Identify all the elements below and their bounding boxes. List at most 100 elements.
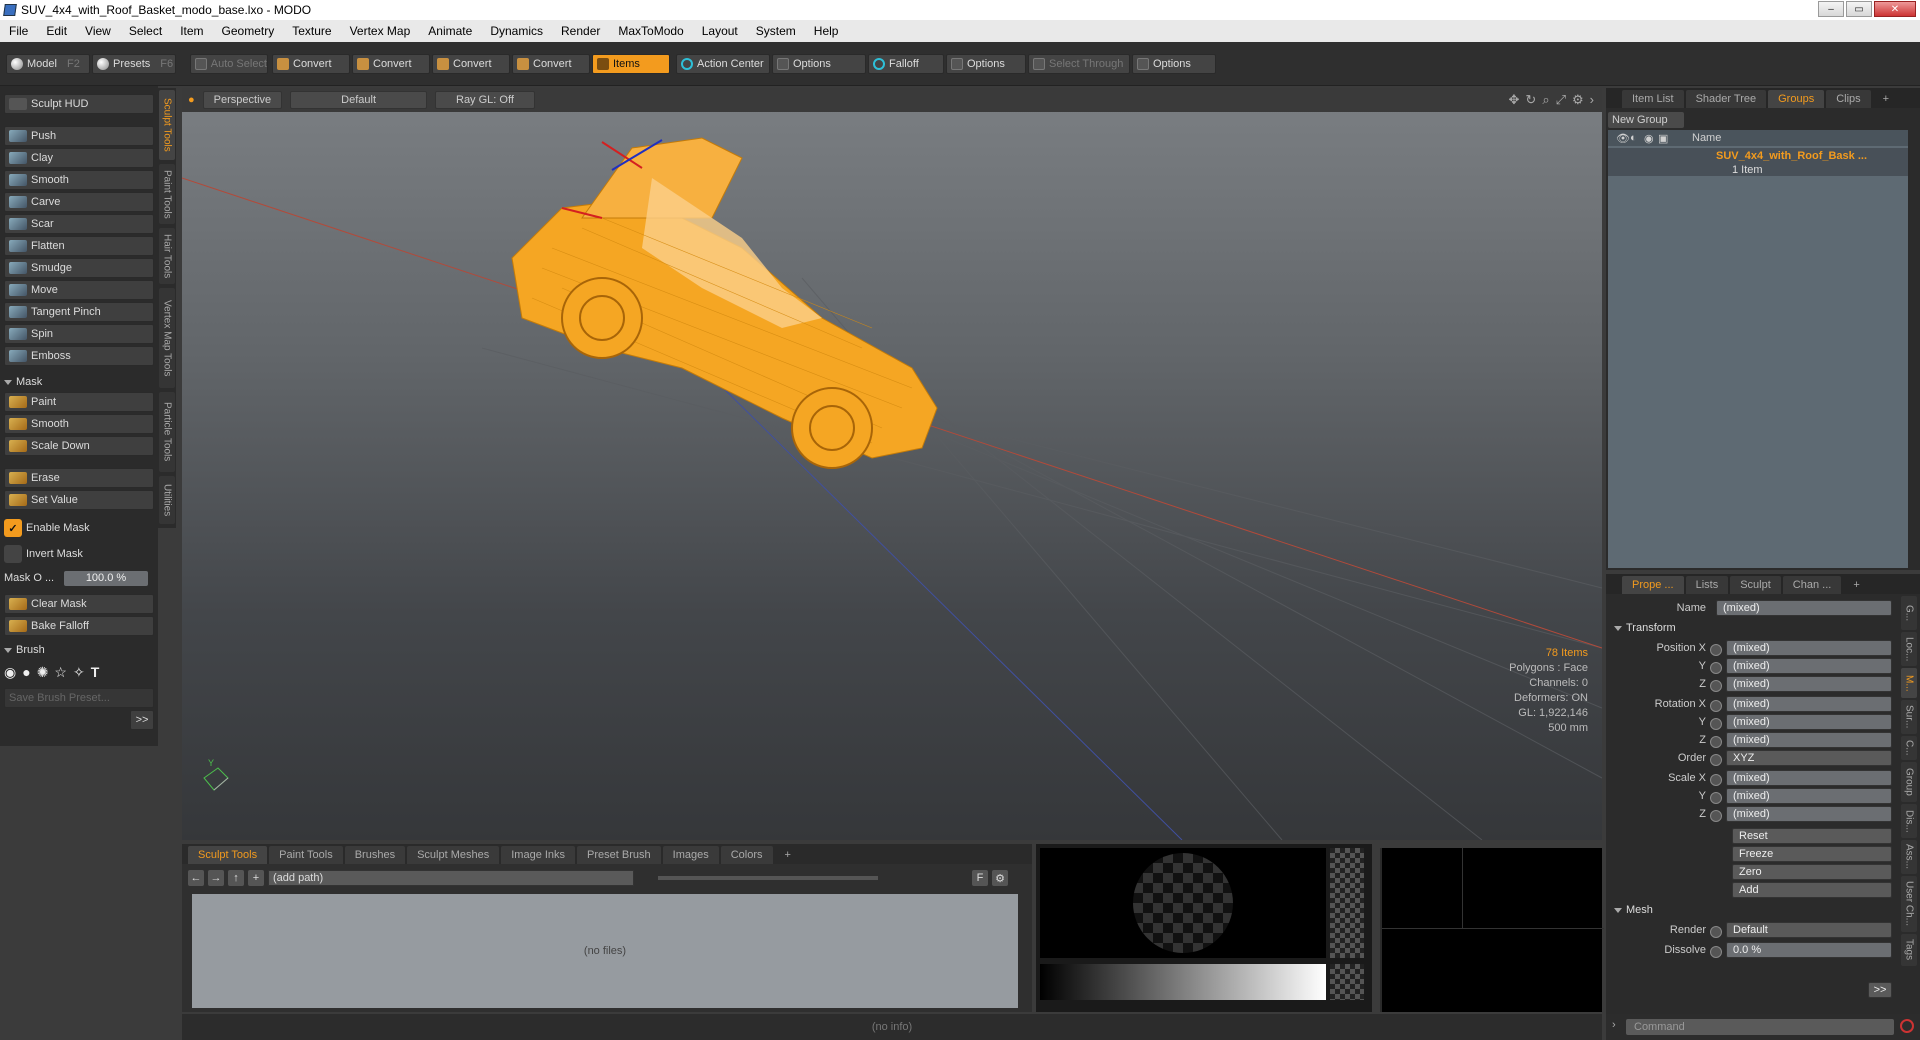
forward-arrow-icon[interactable]: → [208, 870, 224, 886]
convert-materials-button[interactable]: Convert [512, 54, 590, 74]
tab-brushes[interactable]: Brushes [344, 846, 406, 864]
render-dropdown[interactable]: Default [1726, 922, 1892, 938]
action-center-options-button[interactable]: Options [772, 54, 866, 74]
menu-file[interactable]: File [0, 24, 37, 38]
tab-groups[interactable]: Groups [1768, 90, 1825, 108]
convert-polygons-button[interactable]: Convert [432, 54, 510, 74]
falloff-options-button[interactable]: Options [946, 54, 1026, 74]
tool-clay[interactable]: Clay [4, 148, 154, 168]
tool-flatten[interactable]: Flatten [4, 236, 154, 256]
shading-selector[interactable]: Default [290, 91, 427, 109]
model-layout-button[interactable]: Model F2 [6, 54, 90, 74]
fit-icon[interactable]: ⤢ [1556, 92, 1566, 108]
falloff-button[interactable]: Falloff [868, 54, 944, 74]
mask-scale-down[interactable]: Scale Down [4, 436, 154, 456]
scale-z-field[interactable]: (mixed) [1726, 806, 1892, 822]
scale-x-field[interactable]: (mixed) [1726, 770, 1892, 786]
tab-ass[interactable]: Ass... [1901, 840, 1917, 874]
menu-select[interactable]: Select [120, 24, 171, 38]
tab-shader-tree[interactable]: Shader Tree [1685, 90, 1767, 108]
mask-section-header[interactable]: Mask [4, 374, 154, 390]
add-tab-button[interactable]: + [1843, 576, 1869, 594]
chevron-right-icon[interactable]: › [1590, 92, 1594, 108]
add-path-icon[interactable]: + [248, 870, 264, 886]
rotation-z-field[interactable]: (mixed) [1726, 732, 1892, 748]
tab-sur[interactable]: Sur... [1901, 700, 1917, 734]
tool-smooth[interactable]: Smooth [4, 170, 154, 190]
render-keyframe[interactable] [1710, 926, 1722, 938]
add-dropdown[interactable]: Add [1732, 882, 1892, 898]
soft-brush-icon[interactable]: ◉ [4, 664, 16, 681]
order-keyframe[interactable] [1710, 754, 1722, 766]
maximize-button[interactable]: ▭ [1846, 1, 1872, 17]
position-z-field[interactable]: (mixed) [1726, 676, 1892, 692]
rotation-y-field[interactable]: (mixed) [1726, 714, 1892, 730]
convert-vertices-button[interactable]: Convert [272, 54, 350, 74]
items-mode-button[interactable]: Items [592, 54, 670, 74]
tool-spin[interactable]: Spin [4, 324, 154, 344]
tool-smudge[interactable]: Smudge [4, 258, 154, 278]
tab-paint-tools-bottom[interactable]: Paint Tools [269, 846, 343, 864]
tab-user-ch[interactable]: User Ch... [1901, 876, 1917, 932]
settings-gear-icon[interactable]: ⚙ [992, 870, 1008, 886]
mask-paint[interactable]: Paint [4, 392, 154, 412]
menu-view[interactable]: View [76, 24, 120, 38]
rotate-icon[interactable]: ↻ [1525, 92, 1536, 108]
star-brush-icon[interactable]: ☆ [54, 664, 67, 681]
transform-section-header[interactable]: Transform [1614, 622, 1676, 634]
menu-maxtomodo[interactable]: MaxToModo [609, 24, 692, 38]
file-list-area[interactable]: (no files) [192, 894, 1018, 1008]
viewport-menu-dot-icon[interactable]: ● [188, 94, 195, 106]
menu-animate[interactable]: Animate [419, 24, 481, 38]
enable-mask-toggle[interactable]: ✓ Enable Mask [4, 518, 154, 538]
back-arrow-icon[interactable]: ← [188, 870, 204, 886]
tab-clips[interactable]: Clips [1826, 90, 1871, 108]
tab-colors[interactable]: Colors [720, 846, 773, 864]
tab-images[interactable]: Images [662, 846, 719, 864]
invert-mask-toggle[interactable]: Invert Mask [4, 544, 154, 564]
convert-edges-button[interactable]: Convert [352, 54, 430, 74]
tab-vertex-map-tools[interactable]: Vertex Map Tools [159, 288, 175, 388]
scale-z-keyframe[interactable] [1710, 810, 1722, 822]
freeze-dropdown[interactable]: Freeze [1732, 846, 1892, 862]
tab-sculpt-meshes[interactable]: Sculpt Meshes [407, 846, 500, 864]
more-button[interactable]: >> [130, 710, 154, 730]
rotation-order-dropdown[interactable]: XYZ [1726, 750, 1892, 766]
menu-help[interactable]: Help [805, 24, 848, 38]
rotation-z-keyframe[interactable] [1710, 736, 1722, 748]
more-props-button[interactable]: >> [1868, 982, 1892, 998]
tool-carve[interactable]: Carve [4, 192, 154, 212]
tab-hair-tools[interactable]: Hair Tools [159, 228, 175, 284]
tool-scar[interactable]: Scar [4, 214, 154, 234]
mesh-section-header[interactable]: Mesh [1614, 904, 1653, 916]
gear-icon[interactable]: ⚙ [1572, 92, 1584, 108]
menu-geometry[interactable]: Geometry [213, 24, 284, 38]
sculpt-hud-button[interactable]: Sculpt HUD [4, 94, 154, 114]
mask-opacity-field[interactable]: 100.0 % [64, 570, 148, 586]
raygl-toggle[interactable]: Ray GL: Off [435, 91, 535, 109]
position-y-keyframe[interactable] [1710, 662, 1722, 674]
tab-tags[interactable]: Tags [1901, 934, 1917, 966]
scale-y-field[interactable]: (mixed) [1726, 788, 1892, 804]
menu-edit[interactable]: Edit [37, 24, 76, 38]
pan-icon[interactable]: ✥ [1509, 92, 1520, 108]
brush-section-header[interactable]: Brush [4, 642, 154, 658]
position-x-field[interactable]: (mixed) [1726, 640, 1892, 656]
tab-dis[interactable]: Dis... [1901, 804, 1917, 838]
reset-dropdown[interactable]: Reset [1732, 828, 1892, 844]
rotation-y-keyframe[interactable] [1710, 718, 1722, 730]
tab-paint-tools[interactable]: Paint Tools [159, 164, 175, 224]
tab-c[interactable]: C... [1901, 736, 1917, 760]
tab-loc[interactable]: Loc... [1901, 632, 1917, 666]
tab-image-inks[interactable]: Image Inks [501, 846, 576, 864]
presets-button[interactable]: Presets F6 [92, 54, 176, 74]
menu-texture[interactable]: Texture [283, 24, 340, 38]
add-tab-button[interactable]: + [1873, 90, 1899, 108]
command-input[interactable]: Command [1626, 1019, 1894, 1035]
zoom-icon[interactable]: ⌕ [1542, 92, 1549, 108]
text-brush-icon[interactable]: T [91, 664, 100, 680]
tab-m[interactable]: M... [1901, 668, 1917, 698]
save-brush-preset-button[interactable]: Save Brush Preset... [4, 688, 154, 708]
dissolve-field[interactable]: 0.0 % [1726, 942, 1892, 958]
3d-viewport[interactable]: Y 78 Items Polygons : Face Channels: 0 D… [182, 88, 1602, 840]
